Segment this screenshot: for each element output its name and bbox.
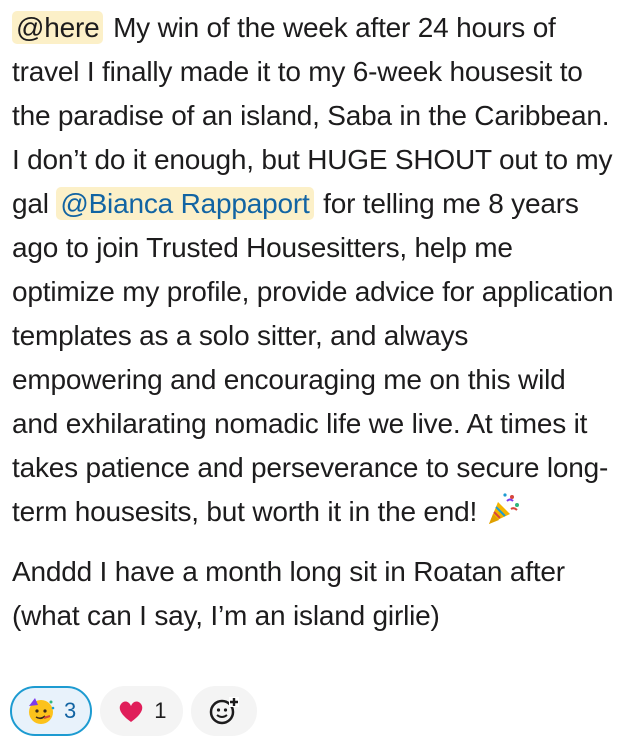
red-heart-icon [119, 701, 143, 722]
message-body: @here My win of the week after 24 hours … [12, 6, 616, 638]
message-text-part-2: for telling me 8 years ago to join Trust… [12, 188, 614, 527]
message-paragraph-1: @here My win of the week after 24 hours … [12, 6, 616, 534]
add-reaction-button[interactable] [190, 686, 257, 736]
party-popper-icon [488, 493, 519, 524]
reaction-count: 3 [64, 698, 77, 723]
reaction-count: 1 [154, 698, 167, 723]
reactions-bar: 3 1 [10, 686, 257, 736]
reaction-partying-face[interactable]: 3 [10, 686, 93, 736]
here-mention[interactable]: @here [12, 11, 104, 44]
partying-face-icon [29, 698, 55, 724]
add-reaction-icon [209, 697, 239, 725]
reaction-red-heart[interactable]: 1 [100, 686, 183, 736]
user-mention[interactable]: @Bianca Rappaport [56, 187, 314, 220]
message-paragraph-2: Anddd I have a month long sit in Roatan … [12, 556, 565, 631]
